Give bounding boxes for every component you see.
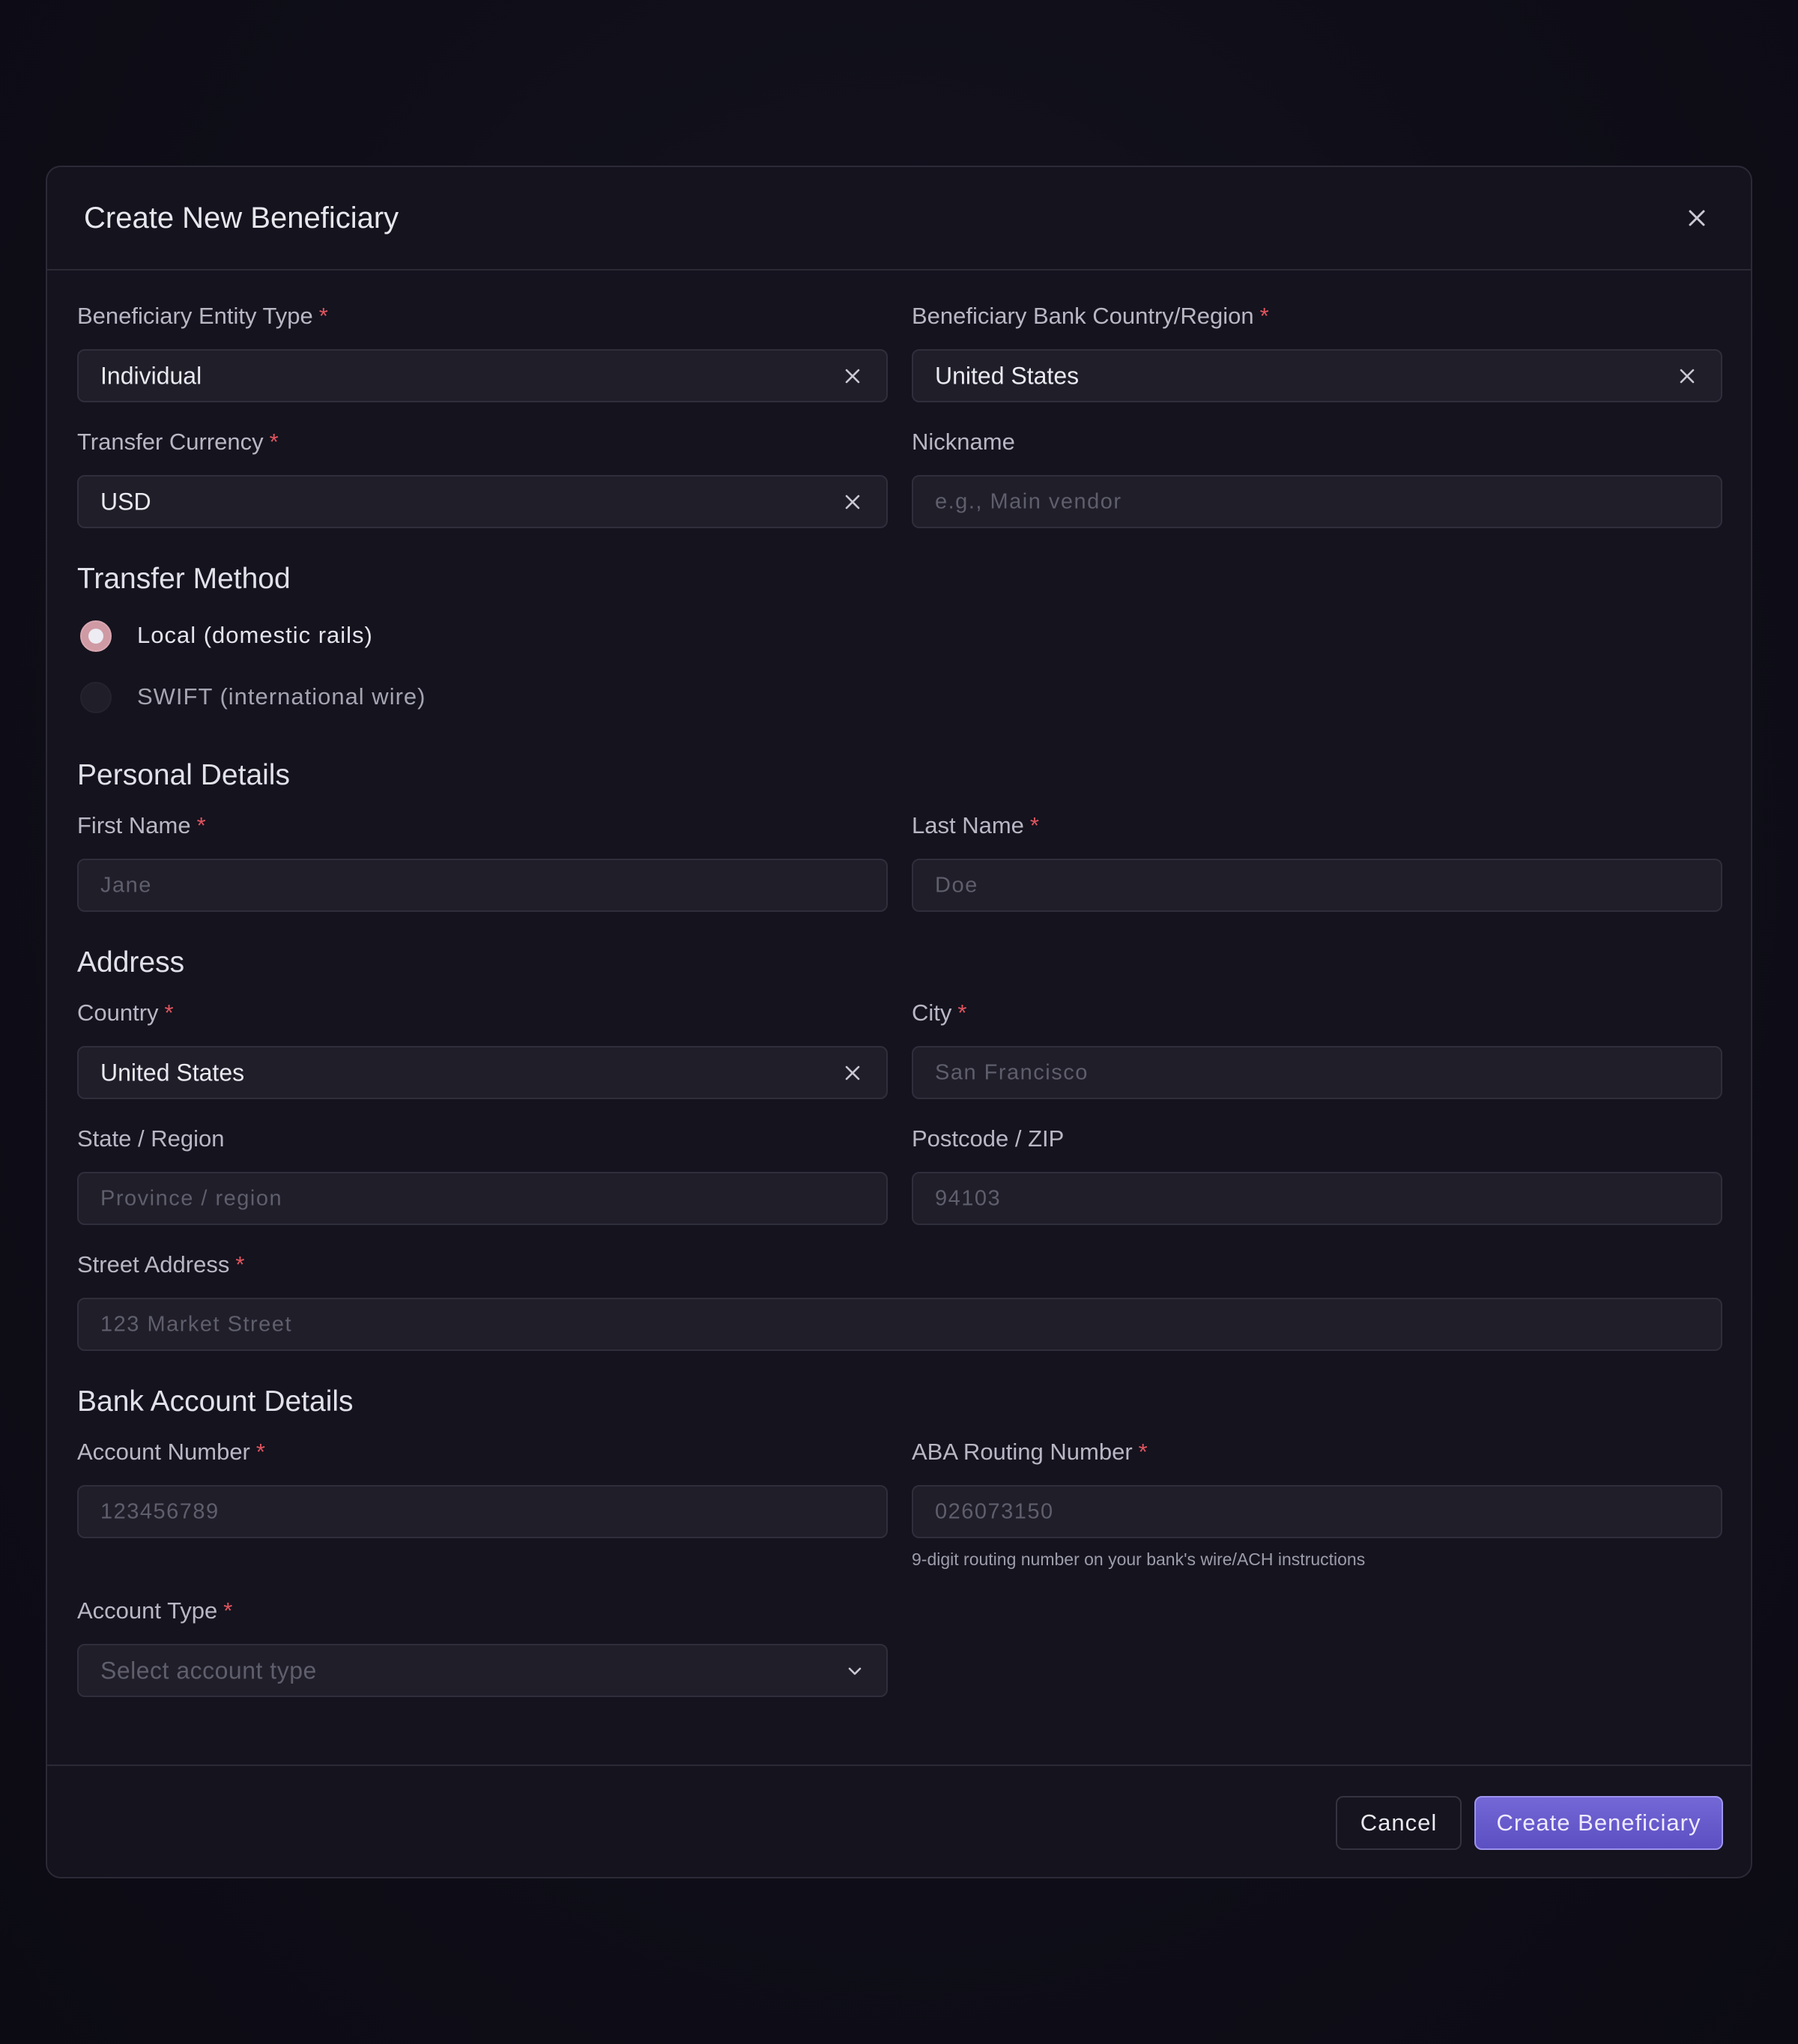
address-title: Address [77, 946, 185, 979]
required-marker: * [269, 429, 279, 455]
currency-value: USD [100, 488, 151, 515]
city-label-text: City [912, 1000, 952, 1026]
account-number-label-text: Account Number [77, 1439, 250, 1465]
state-label: State / Region [77, 1125, 225, 1152]
entity-type-label: Beneficiary Entity Type * [77, 303, 328, 330]
required-marker: * [223, 1597, 233, 1624]
postcode-label: Postcode / ZIP [912, 1125, 1065, 1152]
nickname-input[interactable]: e.g., Main vendor [912, 475, 1722, 528]
entity-type-value: Individual [100, 362, 202, 389]
last-name-placeholder: Doe [935, 873, 978, 897]
last-name-input[interactable]: Doe [912, 859, 1722, 912]
clear-icon[interactable] [843, 492, 862, 512]
required-marker: * [1259, 303, 1269, 329]
postcode-placeholder: 94103 [935, 1186, 1002, 1210]
account-number-placeholder: 123456789 [100, 1499, 220, 1523]
country-select[interactable]: United States [77, 1046, 888, 1099]
personal-details-title: Personal Details [77, 759, 290, 791]
create-beneficiary-modal: Create New Beneficiary Beneficiary Entit… [46, 166, 1752, 1878]
close-button[interactable] [1683, 205, 1710, 232]
last-name-label: Last Name * [912, 812, 1039, 839]
required-marker: * [318, 303, 328, 329]
clear-icon[interactable] [843, 1063, 862, 1083]
bank-country-select[interactable]: United States [912, 349, 1722, 402]
account-type-select[interactable]: Select account type [77, 1644, 888, 1697]
local-option-label: Local (domestic rails) [137, 622, 373, 648]
account-number-input[interactable]: 123456789 [77, 1485, 888, 1538]
state-placeholder: Province / region [100, 1186, 283, 1210]
close-icon [1689, 210, 1705, 226]
radio-checked-icon[interactable] [80, 620, 112, 652]
required-marker: * [235, 1251, 245, 1278]
street-label-text: Street Address [77, 1251, 230, 1278]
radio-unchecked-icon[interactable] [80, 682, 112, 713]
currency-label-text: Transfer Currency [77, 429, 264, 455]
routing-number-label-text: ABA Routing Number [912, 1439, 1133, 1465]
entity-type-select[interactable]: Individual [77, 349, 888, 402]
required-marker: * [1029, 812, 1039, 838]
clear-icon[interactable] [843, 366, 862, 386]
modal-title: Create New Beneficiary [84, 202, 399, 235]
bank-country-value: United States [935, 362, 1080, 389]
required-marker: * [957, 1000, 967, 1026]
routing-number-placeholder: 026073150 [935, 1499, 1054, 1523]
nickname-label: Nickname [912, 429, 1015, 455]
street-placeholder: 123 Market Street [100, 1312, 292, 1336]
postcode-input[interactable]: 94103 [912, 1172, 1722, 1225]
required-marker: * [255, 1439, 265, 1465]
modal-header: Create New Beneficiary [47, 167, 1751, 270]
country-value: United States [100, 1059, 245, 1086]
chevron-down-icon [848, 1667, 862, 1675]
entity-type-label-text: Beneficiary Entity Type [77, 303, 313, 329]
routing-number-label: ABA Routing Number * [912, 1439, 1148, 1466]
footer-divider [47, 1765, 1751, 1766]
first-name-input[interactable]: Jane [77, 859, 888, 912]
nickname-placeholder: e.g., Main vendor [935, 489, 1122, 513]
routing-number-hint: 9-digit routing number on your bank's wi… [912, 1549, 1366, 1569]
required-marker: * [1138, 1439, 1148, 1465]
clear-icon[interactable] [1677, 366, 1697, 386]
first-name-label: First Name * [77, 812, 206, 839]
country-label-text: Country [77, 1000, 159, 1026]
account-type-placeholder: Select account type [100, 1657, 317, 1684]
account-type-label-text: Account Type [77, 1597, 218, 1624]
bank-country-label-text: Beneficiary Bank Country/Region [912, 303, 1254, 329]
street-label: Street Address * [77, 1251, 244, 1278]
currency-label: Transfer Currency * [77, 429, 279, 456]
last-name-label-text: Last Name [912, 812, 1024, 838]
bank-country-label: Beneficiary Bank Country/Region * [912, 303, 1269, 330]
bank-details-title: Bank Account Details [77, 1385, 354, 1418]
account-number-label: Account Number * [77, 1439, 265, 1466]
required-marker: * [164, 1000, 174, 1026]
currency-select[interactable]: USD [77, 475, 888, 528]
city-label: City * [912, 1000, 966, 1026]
account-type-label: Account Type * [77, 1597, 232, 1624]
transfer-method-title: Transfer Method [77, 563, 291, 595]
city-placeholder: San Francisco [935, 1060, 1089, 1084]
swift-option-label: SWIFT (international wire) [137, 683, 426, 710]
state-input[interactable]: Province / region [77, 1172, 888, 1225]
street-input[interactable]: 123 Market Street [77, 1298, 1722, 1351]
routing-number-input[interactable]: 026073150 [912, 1485, 1722, 1538]
city-input[interactable]: San Francisco [912, 1046, 1722, 1099]
required-marker: * [196, 812, 206, 838]
country-label: Country * [77, 1000, 174, 1026]
cancel-button[interactable]: Cancel [1336, 1796, 1462, 1850]
first-name-placeholder: Jane [100, 873, 152, 897]
create-beneficiary-button[interactable]: Create Beneficiary [1474, 1796, 1723, 1850]
first-name-label-text: First Name [77, 812, 191, 838]
